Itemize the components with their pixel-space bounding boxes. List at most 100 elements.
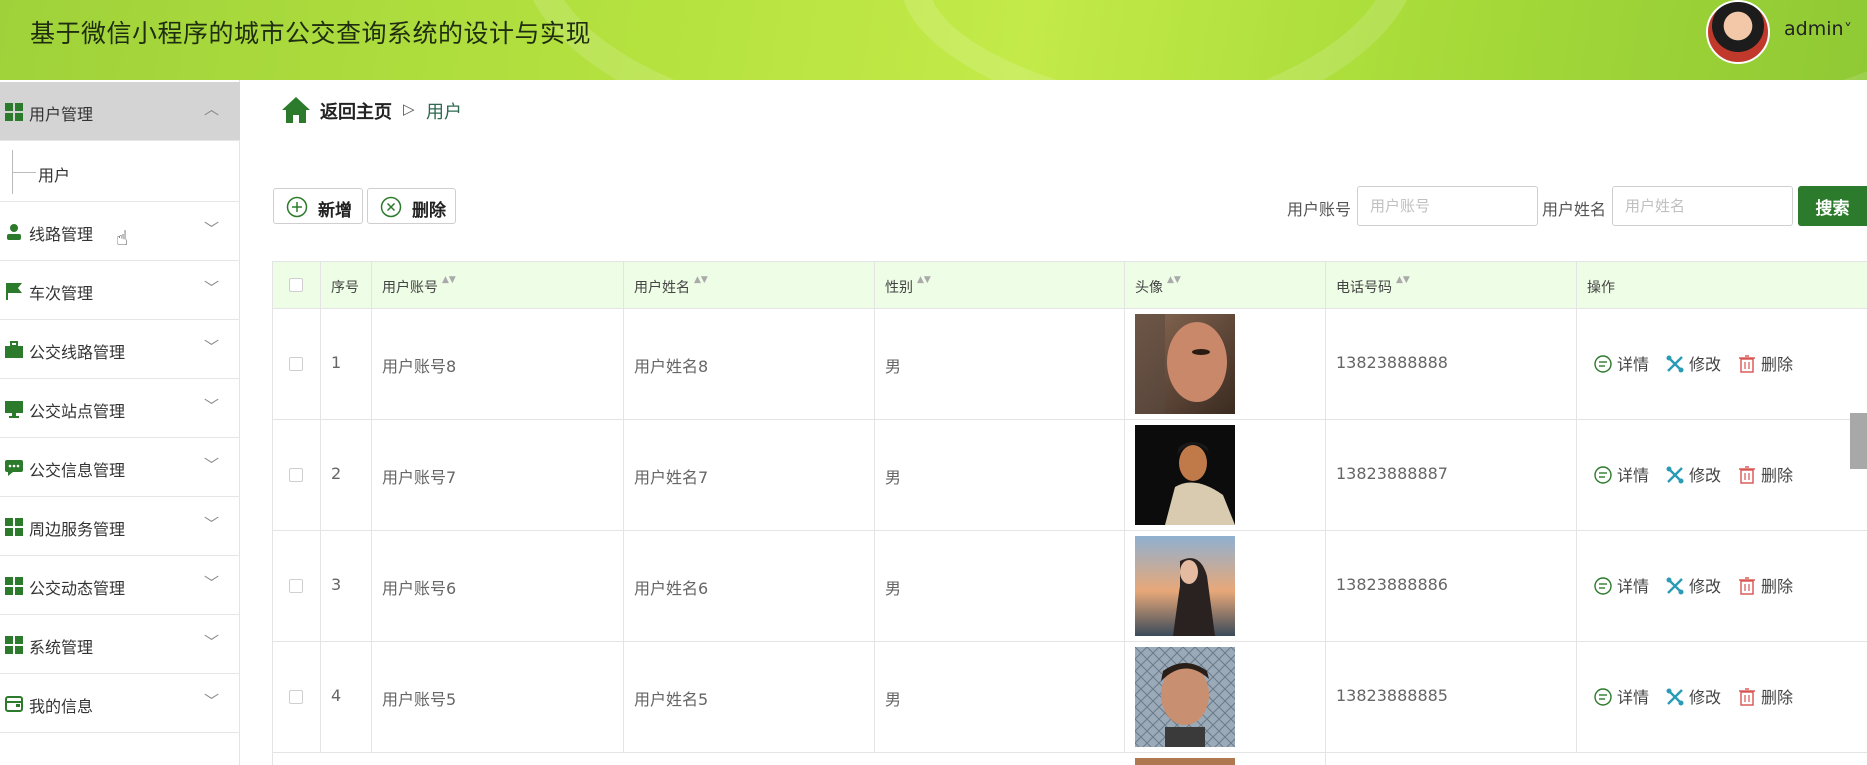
sidebar-item-label: 车次管理	[29, 284, 94, 303]
breadcrumb-separator: ▷	[403, 100, 415, 118]
column-name[interactable]: 用户姓名 ▲▼	[624, 262, 875, 310]
name-search-input[interactable]	[1612, 186, 1793, 226]
column-account[interactable]: 用户账号 ▲▼	[372, 262, 624, 310]
row-delete-button[interactable]: 删除	[1737, 351, 1793, 375]
search-button[interactable]: 搜索	[1798, 186, 1867, 226]
user-menu[interactable]: admin	[1784, 18, 1844, 40]
chevron-up-icon: ︿	[204, 100, 220, 118]
chevron-down-icon: ﹀	[204, 515, 220, 533]
sidebar-item-trip-management[interactable]: 车次管理 ﹀	[0, 261, 240, 320]
user-photo[interactable]	[1135, 425, 1235, 525]
home-icon[interactable]	[281, 96, 311, 124]
row-checkbox[interactable]	[289, 579, 303, 593]
user-photo[interactable]	[1135, 758, 1235, 765]
sidebar-item-my-info[interactable]: 我的信息 ﹀	[0, 674, 240, 733]
edit-button[interactable]: 修改	[1665, 573, 1721, 597]
sidebar-item-label: 周边服务管理	[29, 520, 126, 539]
sidebar-item-bus-info-management[interactable]: 公交信息管理 ﹀	[0, 438, 240, 497]
sort-icon[interactable]: ▲▼	[1167, 275, 1181, 285]
column-phone[interactable]: 电话号码 ▲▼	[1326, 262, 1577, 310]
detail-button[interactable]: 详情	[1593, 351, 1649, 375]
select-all-checkbox[interactable]	[289, 278, 303, 292]
row-delete-button[interactable]: 删除	[1737, 684, 1793, 708]
cell-index: 1	[321, 309, 372, 420]
sidebar-subitem-label: 用户	[38, 166, 71, 185]
trash-icon	[1739, 688, 1755, 706]
chevron-down-icon: ﹀	[204, 279, 220, 297]
detail-button[interactable]: 详情	[1593, 573, 1649, 597]
breadcrumb-home[interactable]: 返回主页	[320, 98, 392, 124]
add-button-label: 新增	[318, 201, 352, 221]
row-checkbox[interactable]	[289, 468, 303, 482]
account-search-label: 用户账号	[1287, 200, 1352, 219]
cell-avatar	[1125, 642, 1326, 753]
header-select-all[interactable]	[273, 262, 321, 310]
sidebar-item-user-management[interactable]: 用户管理 ︿	[0, 82, 240, 141]
sidebar-item-label: 公交站点管理	[29, 402, 126, 421]
cell-name: 用户姓名7	[624, 420, 875, 531]
sidebar-item-label: 我的信息	[29, 697, 94, 716]
edit-button[interactable]: 修改	[1665, 684, 1721, 708]
delete-button[interactable]: 删除	[367, 188, 456, 224]
name-search-label: 用户姓名	[1542, 200, 1607, 219]
user-photo[interactable]	[1135, 314, 1235, 414]
sidebar-item-nearby-service-management[interactable]: 周边服务管理 ﹀	[0, 497, 240, 556]
sort-icon[interactable]: ▲▼	[917, 275, 931, 285]
plus-circle-icon	[286, 196, 308, 218]
sidebar-subitem-user[interactable]: 用户	[0, 140, 240, 202]
account-search-input[interactable]	[1357, 186, 1538, 226]
user-icon	[7, 224, 21, 240]
sidebar-item-label: 用户管理	[29, 105, 94, 124]
grid-icon	[5, 577, 23, 595]
column-index: 序号	[321, 262, 372, 310]
sidebar-item-bus-news-management[interactable]: 公交动态管理 ﹀	[0, 556, 240, 615]
user-photo[interactable]	[1135, 647, 1235, 747]
sidebar-item-bus-stop-management[interactable]: 公交站点管理 ﹀	[0, 379, 240, 438]
user-avatar[interactable]	[1706, 0, 1770, 64]
sort-icon[interactable]: ▲▼	[694, 275, 708, 285]
cell-phone: 13823888886	[1326, 531, 1577, 642]
chevron-down-icon: ﹀	[204, 633, 220, 651]
row-checkbox[interactable]	[289, 357, 303, 371]
wrench-icon	[1666, 355, 1684, 373]
user-table: 序号 用户账号 ▲▼ 用户姓名 ▲▼ 性别 ▲▼ 头像 ▲▼ 电话号码 ▲▼ 操…	[272, 261, 1867, 765]
briefcase-icon	[5, 341, 23, 358]
chevron-down-icon: ﹀	[204, 574, 220, 592]
chevron-down-icon: ﹀	[204, 220, 220, 238]
row-checkbox[interactable]	[289, 690, 303, 704]
sidebar: 用户管理 ︿ 用户 线路管理 ﹀ 车次管理 ﹀ 公交线路管理 ﹀ 公交站点管理 …	[0, 80, 240, 765]
table-row: 2 用户账号7 用户姓名7 男 13823888887 详情 修改 删除	[273, 420, 1867, 531]
cell-account: 用户账号7	[372, 420, 624, 531]
scrollbar-thumb[interactable]	[1850, 413, 1867, 469]
user-photo[interactable]	[1135, 536, 1235, 636]
table-header: 序号 用户账号 ▲▼ 用户姓名 ▲▼ 性别 ▲▼ 头像 ▲▼ 电话号码 ▲▼ 操…	[273, 261, 1867, 310]
column-avatar[interactable]: 头像 ▲▼	[1125, 262, 1326, 310]
sort-icon[interactable]: ▲▼	[1396, 275, 1410, 285]
row-delete-button[interactable]: 删除	[1737, 462, 1793, 486]
detail-button[interactable]: 详情	[1593, 462, 1649, 486]
cell-index: 2	[321, 420, 372, 531]
cell-name: 用户姓名5	[624, 642, 875, 753]
grid-icon	[5, 518, 23, 536]
row-delete-button[interactable]: 删除	[1737, 573, 1793, 597]
detail-button[interactable]: 详情	[1593, 684, 1649, 708]
tree-line	[12, 172, 36, 173]
sidebar-item-bus-route-management[interactable]: 公交线路管理 ﹀	[0, 320, 240, 379]
delete-button-label: 删除	[412, 201, 446, 221]
chevron-down-icon[interactable]: ˅	[1844, 20, 1852, 39]
sidebar-item-system-management[interactable]: 系统管理 ﹀	[0, 615, 240, 674]
column-gender[interactable]: 性别 ▲▼	[875, 262, 1125, 310]
sort-icon[interactable]: ▲▼	[442, 275, 456, 285]
cell-actions: 详情 修改 删除	[1577, 309, 1867, 420]
edit-button[interactable]: 修改	[1665, 462, 1721, 486]
table-row: 3 用户账号6 用户姓名6 男 13823888886 详情 修改 删除	[273, 531, 1867, 642]
wrench-icon	[1666, 577, 1684, 595]
add-button[interactable]: 新增	[273, 188, 363, 224]
cell-actions: 详情 修改 删除	[1577, 531, 1867, 642]
breadcrumb-current: 用户	[426, 102, 462, 123]
edit-button[interactable]: 修改	[1665, 351, 1721, 375]
detail-icon	[1594, 577, 1612, 595]
sidebar-item-label: 公交线路管理	[29, 343, 126, 362]
wrench-icon	[1666, 688, 1684, 706]
cell-account: 用户账号8	[372, 309, 624, 420]
